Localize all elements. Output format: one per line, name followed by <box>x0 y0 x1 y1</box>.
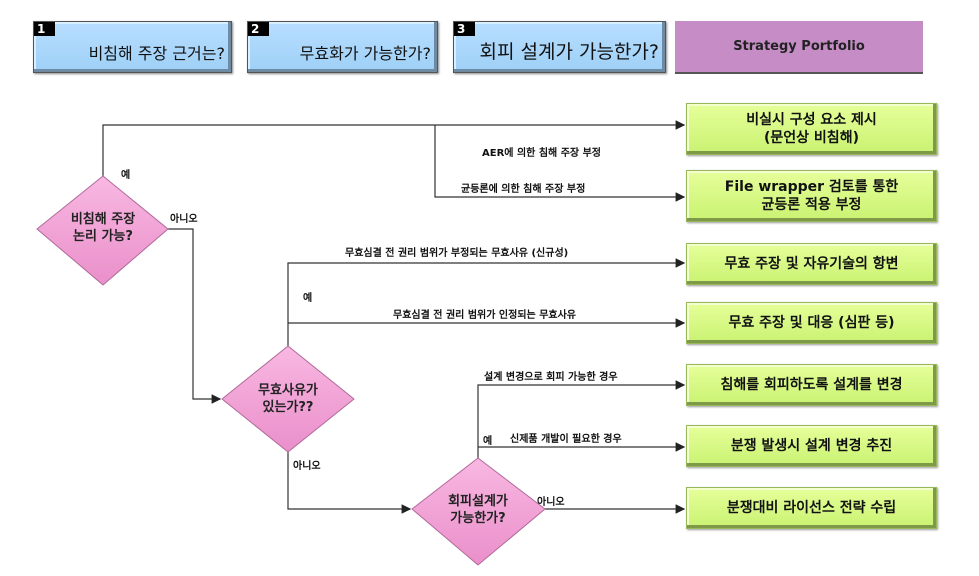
decision-2-line1: 무효사유가 <box>258 383 318 398</box>
connector-d1-no <box>168 228 222 404</box>
decision-3-text: 회피설계가 가능한가? <box>418 493 538 527</box>
branch-label-invalid-novelty: 무효심결 전 권리 범위가 부정되는 무효사유 (신규성) <box>345 248 569 259</box>
decision-3-line1: 회피설계가 <box>448 494 508 509</box>
strategy-box-license-strategy: 분쟁대비 라이선스 전략 수립 <box>686 487 937 529</box>
decision-2-yes-label: 예 <box>303 293 313 304</box>
decision-2-no-label: 아니오 <box>293 461 321 472</box>
strategy-box-design-around: 침해를 회피하도록 설계를 변경 <box>686 364 937 406</box>
step-label: 비침해 주장 근거는? <box>88 44 225 63</box>
decision-1-text: 비침해 주장 논리 가능? <box>43 211 163 245</box>
strategy-line2: 균등론 적용 부정 <box>761 197 862 213</box>
decision-3-line2: 가능한가? <box>450 511 506 526</box>
decision-2-line2: 있는가?? <box>262 400 314 415</box>
strategy-line1: 분쟁 발생시 설계 변경 추진 <box>730 438 893 454</box>
strategy-portfolio-header: Strategy Portfolio <box>675 21 923 74</box>
decision-2-text: 무효사유가 있는가?? <box>228 382 348 416</box>
strategy-box-invalidity-response: 무효 주장 및 대응 (심판 등) <box>686 302 937 344</box>
decision-1-no-label: 아니오 <box>170 214 198 225</box>
decision-1-line1: 비침해 주장 <box>70 212 136 227</box>
decision-1-line2: 논리 가능? <box>73 229 133 244</box>
step-label: 무효화가 가능한가? <box>299 44 431 63</box>
step-3-box: 3 회피 설계가 가능한가? <box>453 21 666 73</box>
strategy-line1: 무효 주장 및 자유기술의 항변 <box>724 256 899 272</box>
decision-3-yes-label: 예 <box>483 436 493 447</box>
step-label: 회피 설계가 가능한가? <box>479 41 659 63</box>
strategy-line2: (문언상 비침해) <box>764 130 859 146</box>
branch-label-invalid-scope: 무효심결 전 권리 범위가 인정되는 무효사유 <box>393 310 577 321</box>
branch-label-new-product: 신제품 개발이 필요한 경우 <box>510 434 622 445</box>
branch-label-design-change: 설계 변경으로 회피 가능한 경우 <box>484 372 618 383</box>
branch-label-equivalence: 균등론에 의한 침해 주장 부정 <box>461 184 586 195</box>
step-number: 2 <box>248 22 270 36</box>
step-number: 3 <box>454 22 476 36</box>
strategy-line1: File wrapper 검토를 통한 <box>724 179 899 195</box>
strategy-line1: 분쟁대비 라이선스 전략 수립 <box>726 500 897 516</box>
step-2-box: 2 무효화가 가능한가? <box>247 21 438 73</box>
strategy-box-free-tech-defense: 무효 주장 및 자유기술의 항변 <box>686 243 937 285</box>
connector-d2-yes <box>287 258 686 346</box>
strategy-box-non-practice: 비실시 구성 요소 제시 (문언상 비침해) <box>686 103 937 155</box>
branch-label-aer: AER에 의한 침해 주장 부정 <box>482 148 601 159</box>
decision-3-no-label: 아니오 <box>537 497 565 508</box>
strategy-line1: 침해를 회피하도록 설계를 변경 <box>720 377 903 393</box>
step-1-box: 1 비침해 주장 근거는? <box>33 21 232 73</box>
strategy-box-file-wrapper: File wrapper 검토를 통한 균등론 적용 부정 <box>686 170 937 222</box>
decision-1-yes-label: 예 <box>121 170 131 181</box>
step-number: 1 <box>34 22 56 36</box>
strategy-line1: 비실시 구성 요소 제시 <box>746 112 877 128</box>
strategy-box-design-change-on-dispute: 분쟁 발생시 설계 변경 추진 <box>686 425 937 467</box>
strategy-line1: 무효 주장 및 대응 (심판 등) <box>728 315 895 331</box>
